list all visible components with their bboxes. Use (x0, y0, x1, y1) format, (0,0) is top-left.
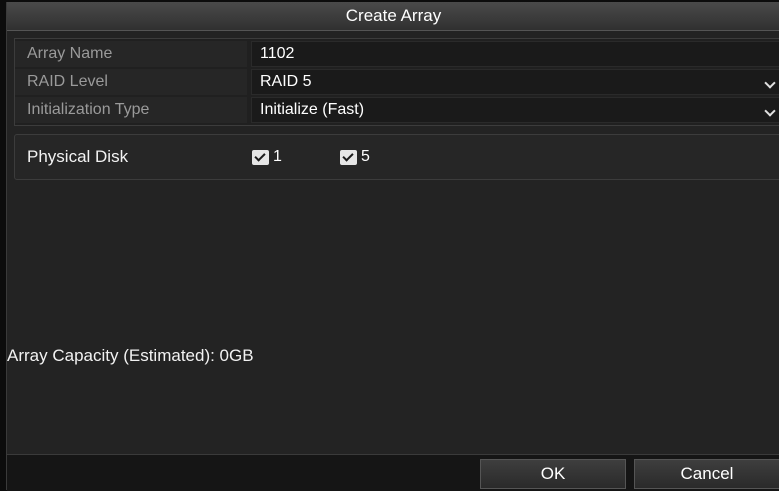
checkbox-checked-icon[interactable] (252, 149, 269, 165)
cancel-button[interactable]: Cancel (634, 459, 779, 489)
raid-level-value: RAID 5 (260, 73, 312, 90)
array-name-input[interactable]: 1102 (251, 41, 779, 67)
chevron-down-icon[interactable] (764, 77, 776, 89)
init-type-label: Initialization Type (15, 97, 247, 123)
create-array-dialog: Create Array Array Name 1102 RAID Level … (6, 2, 779, 491)
dialog-title: Create Array (7, 2, 779, 31)
raid-level-select[interactable]: RAID 5 (251, 69, 779, 95)
chevron-down-icon[interactable] (764, 105, 776, 117)
raid-level-row: RAID Level RAID 5 (15, 69, 779, 95)
dialog-footer: OK Cancel (7, 454, 779, 491)
raid-level-label: RAID Level (15, 69, 247, 95)
array-form: Array Name 1102 RAID Level RAID 5 Initia… (14, 38, 779, 126)
physical-disk-label: Physical Disk (27, 147, 129, 166)
init-type-value: Initialize (Fast) (260, 101, 365, 118)
disk-option-label: 1 (273, 148, 282, 165)
disk-option-1[interactable]: 1 (252, 148, 282, 166)
disk-option-5[interactable]: 5 (340, 148, 370, 166)
array-name-row: Array Name 1102 (15, 41, 779, 67)
checkbox-checked-icon[interactable] (340, 149, 357, 165)
init-type-row: Initialization Type Initialize (Fast) (15, 97, 779, 123)
array-capacity-text: Array Capacity (Estimated): 0GB (7, 346, 254, 365)
init-type-select[interactable]: Initialize (Fast) (251, 97, 779, 123)
physical-disk-panel: Physical Disk 1 5 (14, 134, 779, 180)
array-name-label: Array Name (15, 41, 247, 67)
ok-button[interactable]: OK (480, 459, 626, 489)
disk-option-label: 5 (361, 148, 370, 165)
